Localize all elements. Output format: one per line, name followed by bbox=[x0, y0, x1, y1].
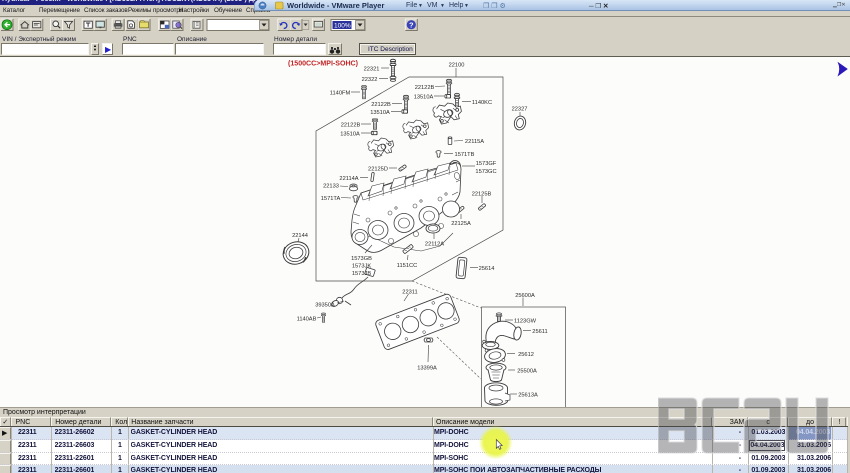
svg-text:1151CC: 1151CC bbox=[397, 263, 417, 269]
svg-text:1573JB: 1573JB bbox=[352, 271, 371, 277]
svg-text:22112A: 22112A bbox=[425, 241, 444, 247]
svg-text:22125B: 22125B bbox=[472, 191, 492, 197]
svg-text:25612: 25612 bbox=[518, 352, 534, 358]
svg-text:13399A: 13399A bbox=[417, 365, 437, 371]
svg-text:1573GB: 1573GB bbox=[351, 256, 372, 262]
svg-text:22115A: 22115A bbox=[465, 139, 484, 145]
svg-text:25500A: 25500A bbox=[517, 368, 537, 374]
svg-text:13510A: 13510A bbox=[340, 131, 360, 137]
svg-text:1573GF: 1573GF bbox=[476, 161, 497, 167]
svg-text:13510A: 13510A bbox=[370, 110, 390, 116]
svg-text:1573GC: 1573GC bbox=[475, 169, 496, 175]
svg-text:22327: 22327 bbox=[512, 106, 528, 112]
svg-text:22122B: 22122B bbox=[341, 122, 361, 128]
svg-text:22321: 22321 bbox=[364, 66, 380, 72]
svg-text:25600A: 25600A bbox=[515, 293, 535, 299]
svg-text:1140KC: 1140KC bbox=[472, 100, 492, 106]
svg-text:22122B: 22122B bbox=[415, 85, 435, 91]
svg-text:22125A: 22125A bbox=[451, 221, 471, 227]
svg-text:1573JK: 1573JK bbox=[352, 263, 371, 269]
svg-text:13510A: 13510A bbox=[414, 94, 434, 100]
svg-text:(1500CC>MPI-SOHC): (1500CC>MPI-SOHC) bbox=[288, 58, 358, 67]
svg-text:22322: 22322 bbox=[362, 77, 378, 83]
svg-text:1140AB: 1140AB bbox=[297, 316, 317, 322]
svg-text:100%: 100% bbox=[334, 22, 351, 29]
svg-text:1123GW: 1123GW bbox=[514, 318, 537, 324]
svg-text:1140FM: 1140FM bbox=[330, 90, 351, 96]
svg-text:22125D: 22125D bbox=[368, 166, 388, 172]
svg-text:22122B: 22122B bbox=[371, 102, 391, 108]
svg-text:25611: 25611 bbox=[532, 329, 547, 335]
svg-text:25614: 25614 bbox=[479, 266, 495, 272]
svg-text:1571TA: 1571TA bbox=[321, 196, 341, 202]
svg-text:22144: 22144 bbox=[292, 233, 308, 239]
svg-text:22311: 22311 bbox=[402, 289, 417, 295]
svg-text:22114A: 22114A bbox=[339, 176, 358, 182]
svg-text:25613A: 25613A bbox=[518, 392, 538, 398]
svg-text:1571TB: 1571TB bbox=[455, 152, 475, 158]
svg-text:22100: 22100 bbox=[449, 63, 465, 69]
svg-text:?: ? bbox=[409, 20, 414, 29]
svg-text:22133: 22133 bbox=[323, 183, 339, 189]
svg-text:39350A: 39350A bbox=[315, 302, 335, 308]
